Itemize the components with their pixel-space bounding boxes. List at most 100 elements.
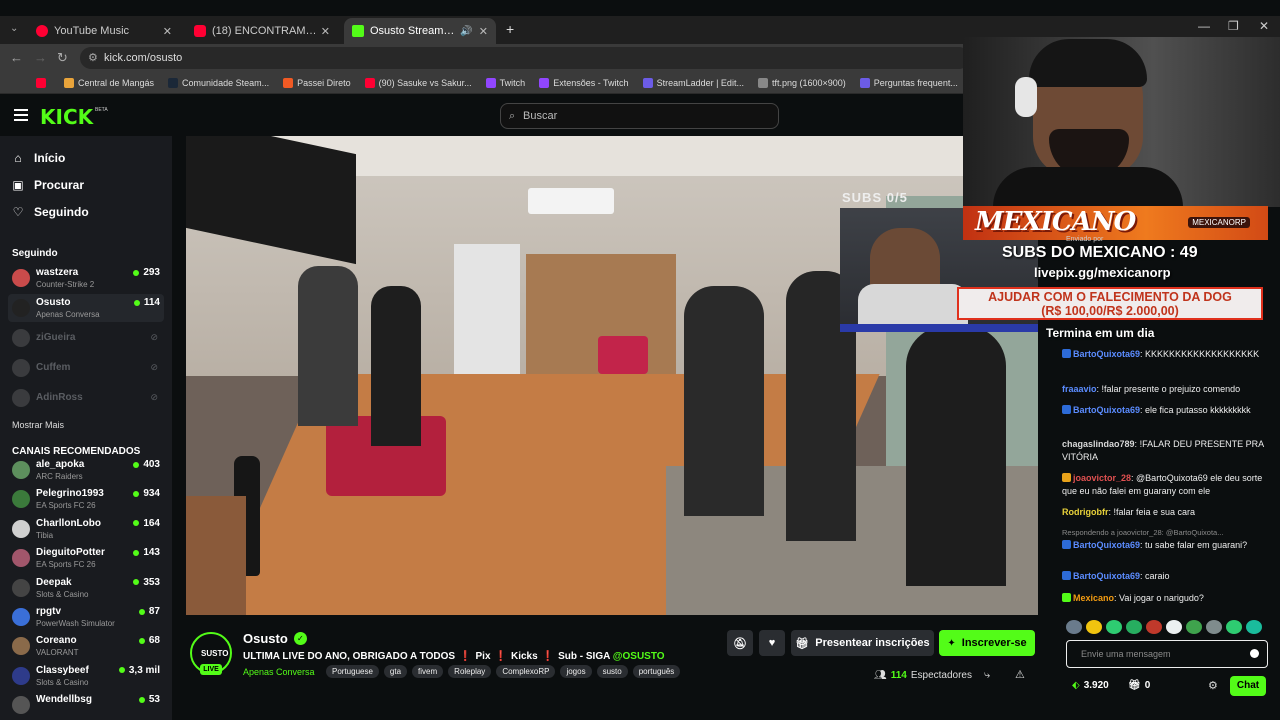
scene-person-1	[298, 266, 358, 426]
stream-tag[interactable]: Roleplay	[448, 665, 492, 678]
sidebar-channel-wastzera[interactable]: wastzera Counter-Strike 2 293	[8, 264, 164, 292]
bookmark-item[interactable]: Central de Mangás	[64, 77, 154, 88]
chat-username[interactable]: Rodrigobfr	[1062, 507, 1109, 517]
search-input[interactable]: ⌕ Buscar	[500, 103, 779, 129]
bookmark-item[interactable]: StreamLadder | Edit...	[642, 77, 744, 88]
forward-icon[interactable]: →	[34, 50, 47, 65]
follow-button[interactable]: ♥	[759, 630, 785, 656]
stream-tag[interactable]: Portuguese	[326, 665, 379, 678]
tab-youtube-video[interactable]: (18) ENCONTRAMOS A GRINGA ✕	[186, 18, 338, 44]
streamer-name[interactable]: Osusto ✓	[243, 631, 307, 646]
site-info-icon[interactable]: ⚙	[88, 51, 98, 64]
bookmark-item[interactable]: Extensões - Twitch	[539, 77, 629, 88]
nav-procurar[interactable]: ▣ Procurar	[12, 178, 84, 192]
tab-kick-osusto[interactable]: Osusto Stream - Watch Live 🔊 ✕	[344, 18, 496, 44]
bookmark-item[interactable]: Passei Direto	[283, 77, 351, 88]
chat-username[interactable]: BartoQuixota69	[1073, 571, 1140, 581]
emote-icon[interactable]	[1226, 620, 1242, 634]
emoji-icon[interactable]	[1250, 649, 1259, 658]
chat-username[interactable]: BartoQuixota69	[1073, 540, 1140, 550]
heart-icon: ♥	[768, 637, 776, 649]
chat-username[interactable]: joaovictor_28	[1073, 473, 1131, 483]
chat-settings-icon[interactable]: ⚙	[1208, 679, 1218, 692]
emote-icon[interactable]	[1106, 620, 1122, 634]
bookmark-item[interactable]	[36, 77, 50, 88]
kick-icon	[352, 25, 364, 37]
sidebar-channel-zigueira[interactable]: ziGueira ⊘	[8, 324, 164, 352]
emote-icon[interactable]	[1186, 620, 1202, 634]
gift-count[interactable]: 🎁︎ 0	[1128, 680, 1150, 691]
report-icon[interactable]: ⚠	[1015, 668, 1025, 681]
back-icon[interactable]: ←	[10, 50, 23, 65]
bookmark-item[interactable]: (90) Sasuke vs Sakur...	[364, 77, 472, 88]
sidebar-channel-ale_apoka[interactable]: ale_apoka ARC Raiders 403	[8, 456, 164, 484]
emote-icon[interactable]	[1126, 620, 1142, 634]
stream-tag[interactable]: susto	[596, 665, 628, 678]
mute-notifications-button[interactable]: 🔕︎	[727, 630, 753, 656]
chat-username[interactable]: chagaslindao789	[1062, 439, 1135, 449]
close-window-button[interactable]: ✕	[1259, 19, 1269, 33]
close-icon[interactable]: ✕	[321, 25, 330, 38]
nav-seguindo[interactable]: ♡ Seguindo	[12, 205, 89, 219]
emote-icon[interactable]	[1146, 620, 1162, 634]
minimize-button[interactable]: —	[1198, 19, 1210, 33]
emote-icon[interactable]	[1086, 620, 1102, 634]
gift-subs-button[interactable]: 🎁︎ Presentear inscrições	[791, 630, 934, 656]
speaker-icon[interactable]: 🔊	[460, 26, 472, 37]
bookmark-item[interactable]: Comunidade Steam...	[168, 77, 269, 88]
sidebar-channel-wendellbsg[interactable]: Wendellbsg 53	[8, 691, 164, 719]
stream-tag[interactable]: jogos	[560, 665, 592, 678]
emote-icon[interactable]	[1246, 620, 1262, 634]
sidebar-channel-charllonlobo[interactable]: CharllonLobo Tibia 164	[8, 515, 164, 543]
chat-username[interactable]: BartoQuixota69	[1073, 349, 1140, 359]
stream-tag[interactable]: português	[632, 665, 681, 678]
menu-icon[interactable]	[14, 109, 28, 121]
close-icon[interactable]: ✕	[479, 25, 488, 38]
bookmark-item[interactable]: Twitch	[485, 77, 525, 88]
share-icon[interactable]: ⤷	[984, 669, 990, 682]
emote-icon[interactable]	[1206, 620, 1222, 634]
channel-points[interactable]: ⬖ 3.920	[1072, 680, 1109, 691]
nav-inicio[interactable]: ⌂ Início	[12, 151, 65, 165]
chat-text: !falar presente o prejuizo comendo	[1101, 384, 1241, 394]
chat-username[interactable]: Mexicano	[1073, 593, 1114, 603]
stream-category[interactable]: Apenas Conversa	[243, 667, 315, 677]
sidebar-channel-osusto[interactable]: Osusto Apenas Conversa 114	[8, 294, 164, 322]
channel-category: VALORANT	[36, 648, 79, 658]
tab-youtube-music[interactable]: YouTube Music ✕	[28, 18, 180, 44]
maximize-button[interactable]: ❐	[1228, 19, 1239, 33]
sidebar-channel-cuffem[interactable]: Cuffem ⊘	[8, 354, 164, 382]
chat-username[interactable]: fraaavio	[1062, 384, 1097, 394]
stream-tag[interactable]: gta	[383, 665, 408, 678]
emote-icon[interactable]	[1166, 620, 1182, 634]
video-player[interactable]: SUBS 0/5 NOKIA PARA IRL (R$ 2.192,30/R$ …	[186, 136, 1038, 615]
sidebar-channel-rpgtv[interactable]: rpgtv PowerWash Simulator 87	[8, 603, 164, 631]
bookmark-item[interactable]: tft.png (1600×900)	[757, 77, 846, 88]
stream-tag[interactable]: ComplexoRP	[496, 665, 556, 678]
sidebar-channel-coreano[interactable]: Coreano VALORANT 68	[8, 632, 164, 660]
chat-input[interactable]: Envie uma mensagem	[1066, 640, 1268, 668]
tab-search-icon[interactable]: ⌄	[10, 23, 18, 34]
sidebar-channel-adinross[interactable]: AdinRoss ⊘	[8, 384, 164, 412]
chat-username[interactable]: BartoQuixota69	[1073, 405, 1140, 415]
channel-name: Coreano	[36, 635, 77, 647]
bookmark-item[interactable]: Perguntas frequent...	[859, 77, 958, 88]
send-chat-button[interactable]: Chat	[1230, 676, 1266, 696]
sidebar-channel-pelegrino1993[interactable]: Pelegrino1993 EA Sports FC 26 934	[8, 485, 164, 513]
sidebar-channel-dieguitopotter[interactable]: DieguitoPotter EA Sports FC 26 143	[8, 544, 164, 572]
close-icon[interactable]: ✕	[163, 25, 172, 38]
show-more-button[interactable]: Mostrar Mais	[12, 420, 64, 430]
url-input[interactable]: ⚙ kick.com/osusto	[80, 47, 970, 69]
sidebar-channel-deepak[interactable]: Deepak Slots & Casino 353	[8, 574, 164, 602]
channel-viewers: 293	[133, 267, 160, 278]
live-dot-icon	[133, 299, 140, 306]
avatar	[12, 549, 30, 568]
subscribe-button[interactable]: ✦ Inscrever-se	[939, 630, 1035, 656]
stream-tag[interactable]: fivem	[412, 665, 444, 678]
sidebar-channel-classybeef[interactable]: Classybeef Slots & Casino 3,3 mil	[8, 662, 164, 690]
reload-icon[interactable]: ↻	[57, 50, 68, 66]
kick-logo[interactable]: KICK	[40, 105, 93, 129]
channel-name: CharllonLobo	[36, 517, 101, 529]
new-tab-button[interactable]: +	[506, 21, 514, 37]
emote-icon[interactable]	[1066, 620, 1082, 634]
